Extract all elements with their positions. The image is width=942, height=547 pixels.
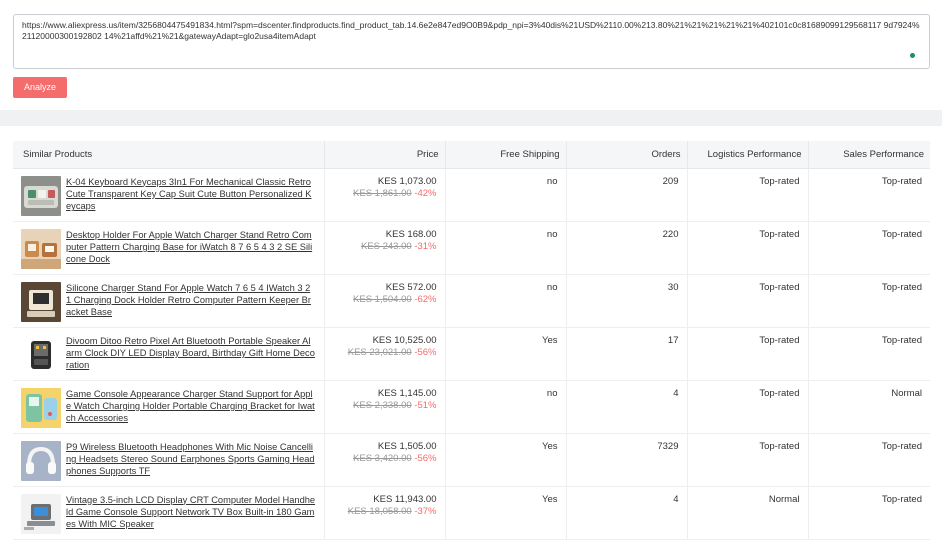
sales-cell: Top-rated (808, 274, 930, 328)
table-row: Desktop Holder For Apple Watch Charger S… (13, 221, 930, 275)
sales-cell: Top-rated (808, 486, 930, 540)
header-sales-performance: Sales Performance (808, 141, 930, 169)
logistics-cell: Top-rated (687, 380, 809, 434)
product-link[interactable]: Silicone Charger Stand For Apple Watch 7… (66, 282, 316, 319)
free-shipping-cell: no (445, 274, 567, 328)
sales-cell: Top-rated (808, 168, 930, 222)
logistics-cell: Top-rated (687, 327, 809, 381)
analyze-button[interactable]: Analyze (13, 77, 67, 98)
price-current: KES 1,145.00 (377, 387, 437, 399)
free-shipping-cell: no (445, 380, 567, 434)
logistics-cell: Top-rated (687, 433, 809, 487)
headphones-thumbnail-icon[interactable] (21, 440, 61, 481)
logistics-cell: Normal (687, 486, 809, 540)
crt-console-thumbnail-icon[interactable] (21, 493, 61, 534)
discount-badge: -42% (414, 187, 437, 199)
price-original: KES 1,504.00 (353, 293, 412, 305)
header-logistics-performance: Logistics Performance (687, 141, 809, 169)
product-link[interactable]: Game Console Appearance Charger Stand Su… (66, 388, 316, 425)
url-text[interactable]: https://www.aliexpress.us/item/325680447… (22, 20, 920, 41)
price-original: KES 3,420.00 (353, 452, 412, 464)
orders-cell: 4 (566, 380, 688, 434)
discount-badge: -31% (414, 240, 437, 252)
table-row: Game Console Appearance Charger Stand Su… (13, 380, 930, 434)
discount-badge: -62% (414, 293, 437, 305)
product-link[interactable]: Desktop Holder For Apple Watch Charger S… (66, 229, 316, 266)
product-link[interactable]: P9 Wireless Bluetooth Headphones With Mi… (66, 441, 316, 478)
orders-cell: 209 (566, 168, 688, 222)
header-similar-products: Similar Products (13, 141, 325, 169)
header-orders: Orders (566, 141, 688, 169)
price-current: KES 168.00 (385, 228, 437, 240)
sales-cell: Top-rated (808, 327, 930, 381)
product-link[interactable]: Vintage 3.5-inch LCD Display CRT Compute… (66, 494, 316, 531)
free-shipping-cell: Yes (445, 486, 567, 540)
table-row: Silicone Charger Stand For Apple Watch 7… (13, 274, 930, 328)
price-original: KES 18,058.00 (347, 505, 412, 517)
price-current: KES 1,505.00 (377, 440, 437, 452)
table-row: Vintage 3.5-inch LCD Display CRT Compute… (13, 486, 930, 540)
watch-stand-thumbnail-icon[interactable] (21, 228, 61, 269)
table-header-row: Similar Products Price Free Shipping Ord… (13, 141, 930, 169)
price-current: KES 10,525.00 (372, 334, 437, 346)
discount-badge: -51% (414, 399, 437, 411)
table-row: P9 Wireless Bluetooth Headphones With Mi… (13, 433, 930, 487)
header-free-shipping: Free Shipping (445, 141, 567, 169)
product-link[interactable]: K-04 Keyboard Keycaps 3In1 For Mechanica… (66, 176, 316, 213)
product-link[interactable]: Divoom Ditoo Retro Pixel Art Bluetooth P… (66, 335, 316, 372)
price-original: KES 243.00 (360, 240, 412, 252)
price-current: KES 1,073.00 (377, 175, 437, 187)
status-dot-icon (910, 53, 915, 58)
free-shipping-cell: no (445, 221, 567, 275)
speaker-thumbnail-icon[interactable] (21, 334, 61, 375)
results-panel: Similar Products Price Free Shipping Ord… (0, 126, 942, 547)
price-current: KES 572.00 (385, 281, 437, 293)
discount-badge: -56% (414, 452, 437, 464)
price-original: KES 1,861.00 (353, 187, 412, 199)
charger-dock-thumbnail-icon[interactable] (21, 281, 61, 322)
discount-badge: -37% (414, 505, 437, 517)
url-textarea[interactable]: https://www.aliexpress.us/item/325680447… (13, 14, 930, 69)
table-row: Divoom Ditoo Retro Pixel Art Bluetooth P… (13, 327, 930, 381)
sales-cell: Top-rated (808, 433, 930, 487)
orders-cell: 4 (566, 486, 688, 540)
orders-cell: 30 (566, 274, 688, 328)
sales-cell: Top-rated (808, 221, 930, 275)
price-original: KES 2,338.00 (353, 399, 412, 411)
free-shipping-cell: Yes (445, 327, 567, 381)
free-shipping-cell: Yes (445, 433, 567, 487)
price-current: KES 11,943.00 (373, 493, 437, 505)
similar-products-table: Similar Products Price Free Shipping Ord… (13, 141, 930, 540)
orders-cell: 17 (566, 327, 688, 381)
url-input-panel: https://www.aliexpress.us/item/325680447… (0, 0, 942, 110)
sales-cell: Normal (808, 380, 930, 434)
price-original: KES 23,021.00 (347, 346, 412, 358)
logistics-cell: Top-rated (687, 168, 809, 222)
logistics-cell: Top-rated (687, 274, 809, 328)
logistics-cell: Top-rated (687, 221, 809, 275)
discount-badge: -56% (414, 346, 437, 358)
keycaps-thumbnail-icon[interactable] (21, 175, 61, 216)
game-console-stand-thumbnail-icon[interactable] (21, 387, 61, 428)
header-price: Price (324, 141, 446, 169)
orders-cell: 7329 (566, 433, 688, 487)
orders-cell: 220 (566, 221, 688, 275)
table-row: K-04 Keyboard Keycaps 3In1 For Mechanica… (13, 168, 930, 222)
free-shipping-cell: no (445, 168, 567, 222)
